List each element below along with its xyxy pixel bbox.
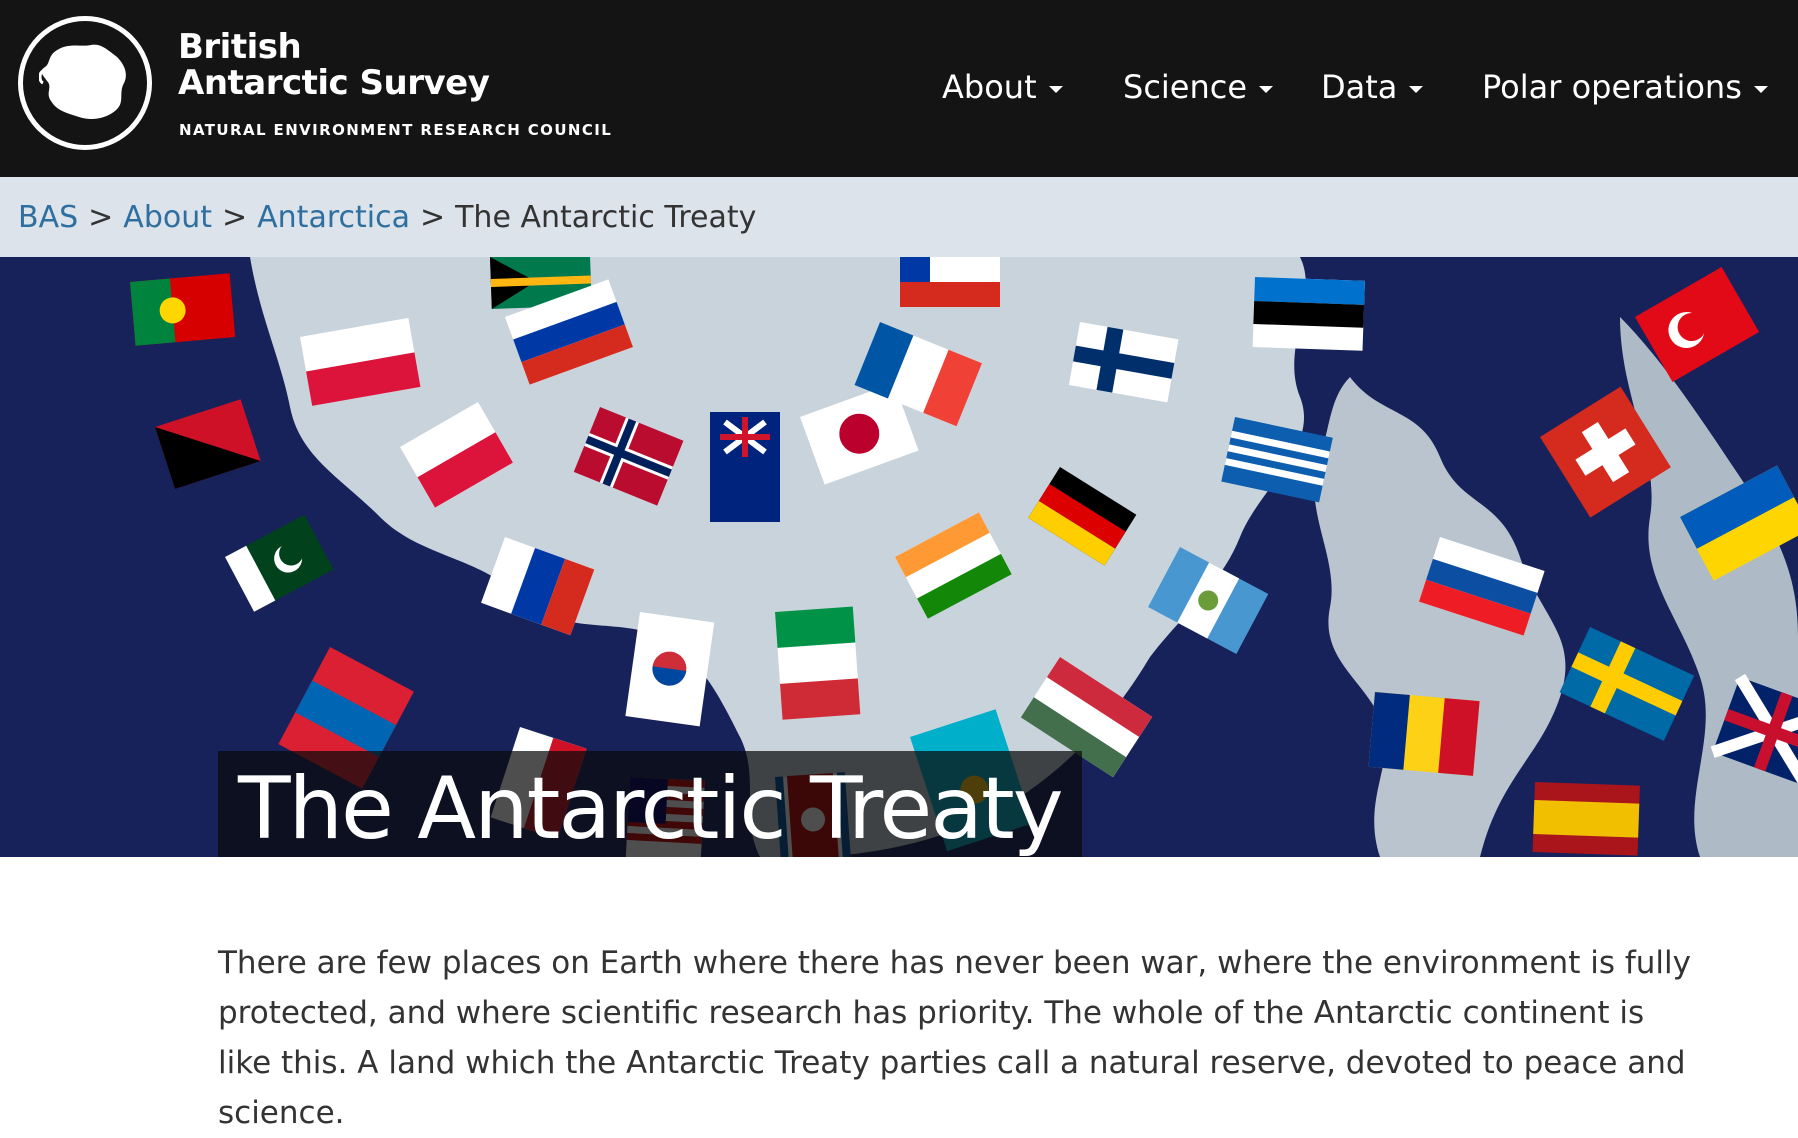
breadcrumb-link-about[interactable]: About [123, 200, 212, 235]
breadcrumb-separator: > [419, 199, 446, 235]
nav-science[interactable]: Science [1123, 62, 1274, 112]
brand-name-line1: British [178, 27, 302, 67]
breadcrumb-separator: > [222, 199, 248, 235]
brand-name-line2: Antarctic Survey [178, 63, 490, 103]
breadcrumb-link-bas[interactable]: BAS [18, 200, 78, 235]
hero-banner: The Antarctic Treaty [0, 257, 1798, 857]
nav-data-label: Data [1321, 68, 1398, 106]
site-header: British Antarctic Survey NATURAL ENVIRON… [0, 0, 1798, 177]
nav-data[interactable]: Data [1321, 62, 1424, 112]
nav-science-label: Science [1123, 68, 1248, 106]
caret-down-icon [1753, 85, 1768, 93]
caret-down-icon [1048, 85, 1063, 93]
breadcrumb-current: The Antarctic Treaty [455, 199, 757, 235]
breadcrumb-link-antarctica[interactable]: Antarctica [257, 200, 410, 235]
intro-paragraph: There are few places on Earth where ther… [218, 945, 1691, 1131]
breadcrumb-separator: > [88, 199, 114, 235]
caret-down-icon [1409, 85, 1424, 93]
nav-polar-operations-label: Polar operations [1482, 68, 1742, 106]
hero-title-box: The Antarctic Treaty [218, 751, 1082, 857]
bas-logo[interactable] [18, 16, 152, 150]
brand-subtitle: NATURAL ENVIRONMENT RESEARCH COUNCIL [179, 121, 613, 139]
nav-polar-operations[interactable]: Polar operations [1482, 62, 1768, 112]
breadcrumb: BAS > About > Antarctica > The Antarctic… [0, 177, 1798, 257]
caret-down-icon [1259, 85, 1274, 93]
nav-about[interactable]: About [942, 62, 1063, 112]
page-title: The Antarctic Treaty [238, 759, 1064, 857]
nav-about-label: About [942, 68, 1037, 106]
antarctica-logo-icon [39, 44, 126, 119]
